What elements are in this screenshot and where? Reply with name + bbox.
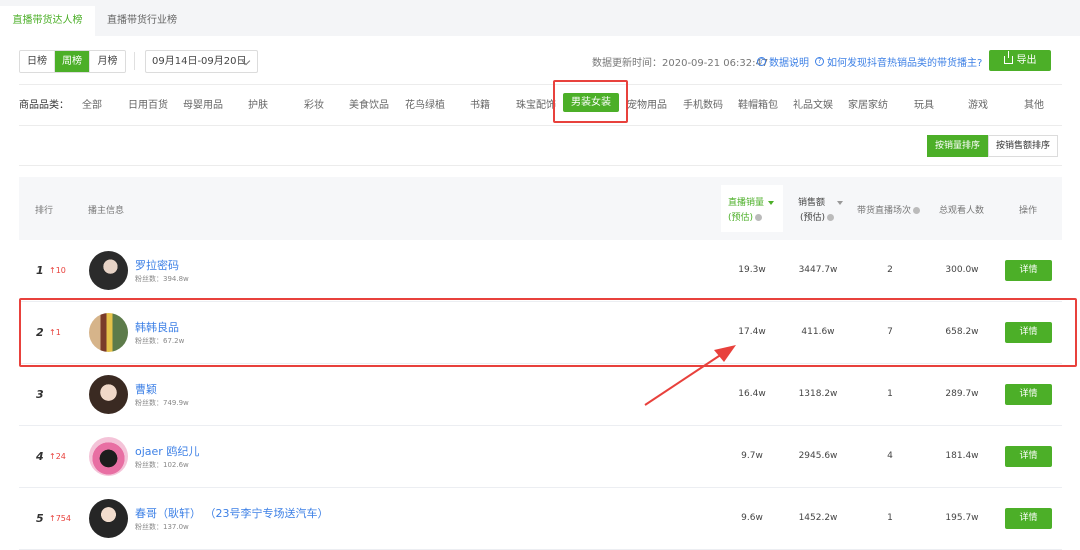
annotation-arrow: [644, 345, 736, 406]
